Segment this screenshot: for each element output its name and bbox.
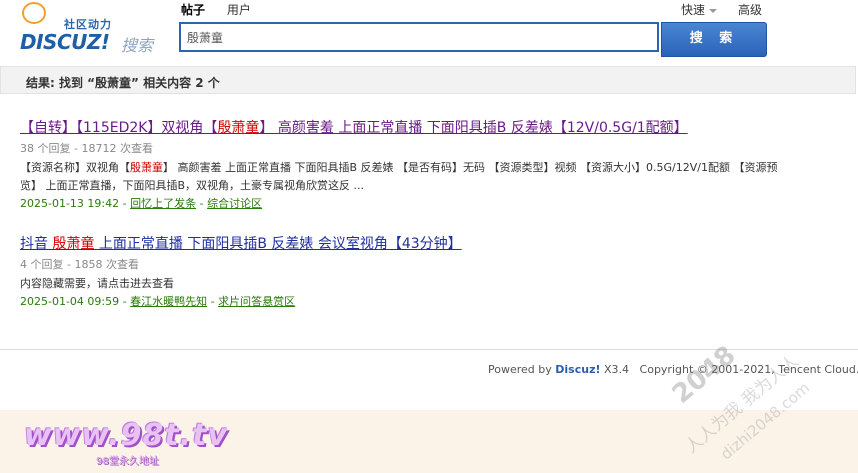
search-result-2: 抖音 殷萧童 上面正常直播 下面阳具插B 反差婊 会议室视角【43分钟】 4 个… — [20, 235, 810, 310]
search-type-tabs: 帖子 用户 — [181, 1, 269, 18]
version-label: X3.4 — [604, 363, 630, 376]
result-date: 2025-01-13 19:42 — [20, 197, 120, 210]
result-forum-link[interactable]: 求片问答悬赏区 — [218, 295, 295, 308]
title-keyword: 殷萧童 — [52, 236, 95, 252]
result-date: 2025-01-04 09:59 — [20, 295, 120, 308]
result-info: 2025-01-04 09:59 - 春江水暖鸭先知 - 求片问答悬赏区 — [20, 295, 296, 308]
logo-search-label: 搜索 — [121, 36, 154, 55]
advanced-search-link[interactable]: 高级 — [738, 1, 762, 18]
site-watermark-logo: www.98t.tv — [24, 418, 229, 453]
footer-divider — [0, 349, 858, 350]
title-text: 抖音 — [20, 236, 53, 252]
result-author-link[interactable]: 春江水暖鸭先知 — [130, 295, 207, 308]
tab-users[interactable]: 用户 — [227, 3, 251, 17]
quick-search-dropdown[interactable]: 快速 — [681, 1, 718, 18]
result-author-link[interactable]: 回忆上了发条 — [130, 197, 196, 210]
site-watermark-sub: 98堂永久地址 — [96, 456, 159, 467]
result-meta: 38 个回复 - 18712 次查看 — [20, 142, 153, 155]
chevron-down-icon — [709, 8, 718, 13]
result-info: 2025-01-13 19:42 - 回忆上了发条 - 综合讨论区 — [20, 197, 263, 210]
powered-by: Powered by Discuz! X3.4 Copyright © 2001… — [488, 363, 858, 376]
result-title-link[interactable]: 【自转】【115ED2K】双视角【殷萧童】 高颜害羞 上面正常直播 下面阳具插B… — [20, 119, 810, 137]
tab-posts[interactable]: 帖子 — [181, 3, 205, 17]
excerpt-text: 【资源名称】双视角【 — [20, 161, 130, 174]
copyright-text: Copyright © 2001-2021, Tencent Cloud. — [639, 363, 858, 376]
logo-brand: DISCUZ! — [20, 30, 110, 54]
search-input[interactable] — [179, 22, 659, 52]
excerpt-keyword: 殷萧童 — [130, 161, 163, 174]
result-summary-bar: 结果: 找到 “殷萧童” 相关内容 2 个 — [0, 66, 856, 94]
speech-bubble-icon — [22, 2, 46, 24]
title-text: 【自转】【115ED2K】双视角【 — [20, 120, 218, 136]
result-meta: 4 个回复 - 1858 次查看 — [20, 258, 139, 271]
discuz-logo[interactable]: 社区动力 DISCUZ! 搜索 — [18, 2, 168, 55]
result-excerpt: 内容隐藏需要，请点击进去查看 — [20, 275, 780, 293]
title-text: 】 高颜害羞 上面正常直播 下面阳具插B 反差婊【12V/0.5G/1配额】 — [259, 120, 688, 136]
discuz-link[interactable]: Discuz! — [555, 363, 600, 376]
result-forum-link[interactable]: 综合讨论区 — [207, 197, 262, 210]
title-keyword: 殷萧童 — [217, 120, 260, 136]
powered-by-label: Powered by — [488, 363, 552, 376]
search-result-1: 【自转】【115ED2K】双视角【殷萧童】 高颜害羞 上面正常直播 下面阳具插B… — [20, 119, 810, 212]
title-text: 上面正常直播 下面阳具插B 反差婊 会议室视角【43分钟】 — [94, 236, 462, 252]
result-excerpt: 【资源名称】双视角【殷萧童】 高颜害羞 上面正常直播 下面阳具插B 反差婊 【是… — [20, 159, 780, 195]
quick-search-label: 快速 — [681, 3, 706, 17]
search-button[interactable]: 搜 索 — [661, 22, 767, 57]
result-summary: 结果: 找到 “殷萧童” 相关内容 2 个 — [26, 76, 220, 90]
result-title-link[interactable]: 抖音 殷萧童 上面正常直播 下面阳具插B 反差婊 会议室视角【43分钟】 — [20, 235, 810, 253]
excerpt-text: 内容隐藏需要，请点击进去查看 — [20, 277, 174, 290]
